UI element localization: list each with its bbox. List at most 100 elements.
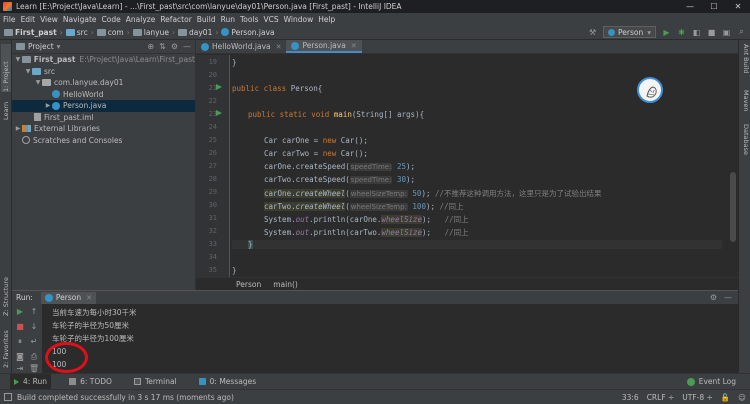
menu-tools[interactable]: Tools (240, 15, 258, 24)
breadcrumb-class[interactable]: Person (236, 280, 261, 289)
project-view-select[interactable]: Project ▾ (16, 42, 60, 51)
maximize-button[interactable]: ☐ (702, 0, 726, 13)
stop-icon[interactable]: ■ (707, 28, 716, 37)
chevron-down-icon: ▼ (35, 79, 41, 87)
menu-vcs[interactable]: VCS (263, 15, 278, 24)
run-icon[interactable]: ▶ (662, 28, 671, 37)
code-line-35: } (232, 266, 237, 275)
scrollbar-thumb[interactable] (730, 172, 736, 242)
java-class-icon (221, 28, 230, 36)
tool-tab-learn[interactable]: Learn (1, 94, 11, 120)
breadcrumb-method[interactable]: main() (273, 280, 298, 289)
print-icon[interactable]: ⎙ (29, 352, 39, 362)
gear-icon[interactable]: ⚙ (171, 42, 178, 51)
scroll-up-icon[interactable]: ↑ (29, 307, 39, 316)
run-config-select[interactable]: Person ▾ (603, 26, 656, 38)
tool-tab-messages[interactable]: 0: Messages (195, 374, 260, 390)
menu-edit[interactable]: Edit (21, 15, 36, 24)
run-class-gutter-icon[interactable] (216, 84, 222, 90)
run-tab-person[interactable]: Person ✕ (40, 291, 96, 304)
source-folder-icon (65, 28, 75, 36)
tree-item-iml[interactable]: First_past.iml (12, 112, 195, 124)
file-encoding[interactable]: UTF-8 ÷ (682, 393, 713, 402)
tree-item-package[interactable]: ▼ com.lanyue.day01 (12, 77, 195, 89)
tree-item-scratches[interactable]: Scratches and Consoles (12, 135, 195, 147)
code-line-26: Car carTwo = new Car(); (264, 149, 368, 158)
menu-code[interactable]: Code (102, 15, 121, 24)
cursor-position[interactable]: 33:6 (622, 393, 639, 402)
line-separator[interactable]: CRLF ÷ (647, 393, 675, 402)
user-avatar (637, 77, 663, 103)
tool-tab-maven[interactable]: Maven (740, 90, 750, 118)
breadcrumb-src[interactable]: src › (65, 28, 94, 37)
pause-icon[interactable]: ⏸ (15, 337, 25, 347)
run-panel-header: Run: Person ✕ ⚙ — (12, 291, 738, 304)
breadcrumb-lanyue[interactable]: lanyue › (132, 28, 175, 37)
tree-item-helloworld[interactable]: HelloWorld (12, 89, 195, 101)
red-annotation-circle (45, 342, 88, 373)
tool-tab-favorites[interactable]: 2: Favorites (1, 320, 11, 368)
tool-tab-structure[interactable]: Z: Structure (1, 268, 11, 316)
inspector-icon[interactable]: ☺ (738, 393, 746, 402)
menu-view[interactable]: View (40, 15, 58, 24)
search-icon[interactable]: ⌕ (737, 27, 746, 37)
project-structure-icon[interactable]: ▣ (722, 28, 731, 37)
line-number-gutter[interactable]: 19 20 21 22 23 24 25 26 27 28 29 30 31 3… (196, 55, 230, 277)
tool-tab-database[interactable]: Database (740, 124, 750, 160)
locate-icon[interactable]: ⊕ (147, 42, 154, 51)
run-main-gutter-icon[interactable] (216, 110, 222, 116)
tool-tab-run[interactable]: 4: Run (10, 373, 52, 390)
lock-icon[interactable]: 🔓 (721, 393, 730, 402)
stop-icon[interactable]: ■ (15, 322, 25, 331)
minimize-button[interactable]: — (678, 0, 702, 13)
coverage-icon[interactable]: ◧ (692, 28, 701, 37)
delete-icon[interactable]: 🗑 (29, 364, 39, 373)
run-icon (14, 378, 19, 385)
tree-item-external-libraries[interactable]: ▶ External Libraries (12, 123, 195, 135)
gear-icon[interactable]: ⚙ (710, 293, 717, 302)
close-tab-icon[interactable]: ✕ (276, 43, 282, 51)
tree-item-first-past[interactable]: ▼ First_past E:\Project\Java\Learn\First… (12, 54, 195, 66)
tool-tab-ant-build[interactable]: Ant Build (740, 44, 750, 84)
close-tab-icon[interactable]: ✕ (351, 42, 357, 50)
camera-icon[interactable]: ◙ (15, 352, 25, 361)
tab-person[interactable]: Person.java ✕ (286, 40, 362, 53)
breadcrumb-com[interactable]: com › (96, 28, 130, 37)
package-icon (42, 79, 51, 87)
hide-icon[interactable]: — (183, 42, 191, 51)
breadcrumb-file[interactable]: Person.java (221, 28, 275, 37)
run-label: Run: (16, 293, 33, 302)
tool-tab-terminal[interactable]: Terminal (130, 374, 181, 390)
breadcrumb-project[interactable]: First_past › (4, 28, 63, 37)
java-class-icon (608, 28, 616, 36)
tool-tab-project[interactable]: 1: Project (1, 44, 11, 92)
console-line: 车轮子的半径为50厘米 (52, 321, 130, 330)
soft-wrap-icon[interactable]: ↵ (29, 337, 39, 346)
menu-help[interactable]: Help (318, 15, 335, 24)
close-tab-icon[interactable]: ✕ (86, 294, 92, 302)
collapse-icon[interactable]: ⇅ (159, 42, 166, 51)
tool-windows-toggle-icon[interactable] (4, 393, 12, 401)
exit-icon[interactable]: ⇥ (15, 364, 25, 373)
menu-window[interactable]: Window (284, 15, 314, 24)
menu-analyze[interactable]: Analyze (126, 15, 156, 24)
breadcrumb-day01[interactable]: day01 › (178, 28, 218, 37)
tool-tab-todo[interactable]: 6: TODO (65, 374, 116, 390)
scroll-down-icon[interactable]: ↓ (29, 322, 39, 331)
tab-helloworld[interactable]: HelloWorld.java ✕ (196, 40, 286, 53)
tree-item-person[interactable]: ▶ Person.java (12, 100, 195, 112)
menu-file[interactable]: File (3, 15, 16, 24)
tree-item-src[interactable]: ▼ src (12, 66, 195, 78)
debug-icon[interactable]: ✱ (677, 28, 686, 37)
hammer-icon[interactable]: ⚒ (588, 28, 597, 37)
menu-run[interactable]: Run (221, 15, 235, 24)
close-button[interactable]: ✕ (726, 0, 750, 13)
menu-refactor[interactable]: Refactor (160, 15, 191, 24)
event-log-button[interactable]: Event Log (686, 377, 736, 386)
menu-build[interactable]: Build (197, 15, 216, 24)
editor-scrollbar[interactable] (730, 62, 736, 272)
menu-navigate[interactable]: Navigate (63, 15, 97, 24)
rerun-icon[interactable]: ▶ (15, 307, 25, 316)
hide-icon[interactable]: — (724, 293, 732, 302)
code-line-27: carOne.createSpeed(speedTime: 25); (264, 162, 416, 171)
